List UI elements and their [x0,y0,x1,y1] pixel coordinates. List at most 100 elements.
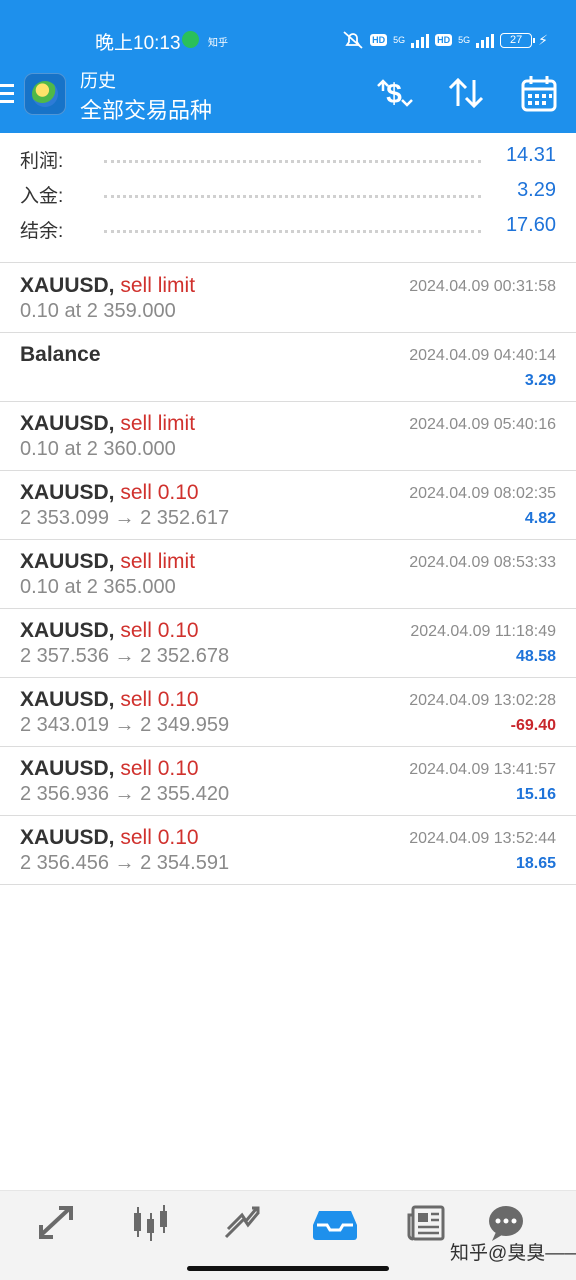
news-icon[interactable] [399,1201,455,1245]
row-profit: 3.29 [524,372,556,389]
history-row[interactable]: XAUUSD, sell 0.10 2 353.099 → 2 352.617 … [0,471,576,540]
summary-value: 3.29 [517,179,556,201]
row-detail: 0.10 at 2 365.000 [20,576,176,598]
row-symbol: XAUUSD, [20,274,115,297]
sort-updown-icon[interactable] [446,72,486,116]
summary-value: 17.60 [505,214,556,236]
row-order-type: sell limit [120,274,196,297]
quotes-icon[interactable] [29,1201,85,1245]
row-detail: 2 353.099 → 2 352.617 [20,507,230,529]
row-datetime: 2024.04.09 11:18:49 [410,623,556,640]
row-title: XAUUSD, sell limit [20,412,195,436]
history-summary: 利润: 14.31 入金: 3.29 结余: 17.60 [0,140,576,245]
row-detail: 2 343.019 → 2 349.959 [20,714,230,736]
history-row[interactable]: XAUUSD, sell 0.10 2 356.936 → 2 355.420 … [0,747,576,816]
row-profit: 4.82 [524,510,556,527]
summary-row-balance: 结余: 17.60 [0,210,576,245]
history-row[interactable]: Balance 2024.04.09 04:40:14 3.29 [0,333,576,402]
row-datetime: 2024.04.09 05:40:16 [409,416,556,433]
status-bar: 晚上10:13 知乎 HD 5G HD 5G 27 ⚡ [0,0,576,66]
row-order-type: sell limit [120,550,196,573]
row-datetime: 2024.04.09 00:31:58 [409,278,556,295]
history-row[interactable]: XAUUSD, sell limit 0.10 at 2 359.000 202… [0,264,576,333]
home-indicator[interactable] [187,1266,389,1271]
row-datetime: 2024.04.09 13:52:44 [409,830,556,847]
row-title: XAUUSD, sell 0.10 [20,826,199,850]
battery-icon: 27 [500,32,536,48]
page-title: 历史 [80,71,116,91]
row-profit: 15.16 [515,786,556,803]
symbol-filter[interactable]: 全部交易品种 [80,93,212,125]
row-symbol: XAUUSD, [20,757,115,780]
trade-icon[interactable] [214,1201,270,1245]
logo-emblem-icon [32,81,58,107]
row-title: XAUUSD, sell 0.10 [20,757,199,781]
summary-label: 利润: [20,151,64,172]
row-symbol: XAUUSD, [20,550,115,573]
app-logo [24,73,66,115]
dotted-leader [104,160,481,163]
divider [0,262,576,263]
row-datetime: 2024.04.09 08:02:35 [409,485,556,502]
charging-icon: ⚡ [538,31,548,48]
history-row[interactable]: XAUUSD, sell 0.10 2 356.456 → 2 354.591 … [0,816,576,885]
dollar-sort-icon[interactable]: $ [374,72,414,116]
history-row[interactable]: XAUUSD, sell 0.10 2 357.536 → 2 352.678 … [0,609,576,678]
signal-icon [411,32,430,48]
row-datetime: 2024.04.09 04:40:14 [409,347,556,364]
calendar-icon[interactable] [519,72,559,116]
row-title: XAUUSD, sell limit [20,274,195,298]
row-symbol: Balance [20,343,101,366]
row-detail: 2 357.536 → 2 352.678 [20,645,230,667]
hd-badge-2: HD [435,34,453,46]
row-detail: 0.10 at 2 360.000 [20,438,176,460]
history-list: XAUUSD, sell limit 0.10 at 2 359.000 202… [0,264,576,885]
network-5g-label: 5G [393,34,406,45]
chart-icon[interactable] [122,1201,178,1245]
row-title: XAUUSD, sell 0.10 [20,619,199,643]
row-order-type: sell 0.10 [120,826,199,849]
summary-label: 入金: [20,186,64,207]
row-detail: 0.10 at 2 359.000 [20,300,176,322]
row-order-type: sell limit [120,412,196,435]
hd-badge: HD [370,34,388,46]
svg-text:$: $ [386,78,402,109]
menu-icon[interactable] [0,84,14,104]
row-order-type: sell 0.10 [120,619,199,642]
row-profit: -69.40 [510,717,556,734]
status-right-group: HD 5G HD 5G 27 ⚡ [342,30,548,50]
watermark: 知乎@臭臭—— [450,1243,576,1264]
row-symbol: XAUUSD, [20,619,115,642]
row-symbol: XAUUSD, [20,481,115,504]
history-row[interactable]: XAUUSD, sell limit 0.10 at 2 360.000 202… [0,402,576,471]
alarm-off-icon [343,31,363,49]
dotted-leader [104,195,481,198]
status-time: 晚上10:13 [95,33,181,54]
summary-value: 14.31 [505,144,556,166]
wechat-icon [182,31,199,48]
row-title: Balance [20,343,101,367]
row-order-type: sell 0.10 [120,481,199,504]
history-icon[interactable] [307,1201,363,1245]
row-title: XAUUSD, sell 0.10 [20,481,199,505]
dotted-leader [104,230,481,233]
row-title: XAUUSD, sell limit [20,550,195,574]
signal-icon-2 [476,32,495,48]
row-symbol: XAUUSD, [20,688,115,711]
history-row[interactable]: XAUUSD, sell 0.10 2 343.019 → 2 349.959 … [0,678,576,747]
summary-label: 结余: [20,221,64,242]
zhihu-notification-label: 知乎 [208,38,228,49]
row-order-type: sell 0.10 [120,757,199,780]
top-bar: 晚上10:13 知乎 HD 5G HD 5G 27 ⚡ 历史 全部交易品种 $ [0,0,576,133]
row-detail: 2 356.936 → 2 355.420 [20,783,230,805]
row-symbol: XAUUSD, [20,826,115,849]
history-row[interactable]: XAUUSD, sell limit 0.10 at 2 365.000 202… [0,540,576,609]
row-datetime: 2024.04.09 08:53:33 [409,554,556,571]
network-5g-label-2: 5G [458,34,471,45]
row-datetime: 2024.04.09 13:02:28 [409,692,556,709]
row-profit: 18.65 [515,855,556,872]
summary-row-profit: 利润: 14.31 [0,140,576,175]
row-order-type: sell 0.10 [120,688,199,711]
row-title: XAUUSD, sell 0.10 [20,688,199,712]
row-datetime: 2024.04.09 13:41:57 [409,761,556,778]
